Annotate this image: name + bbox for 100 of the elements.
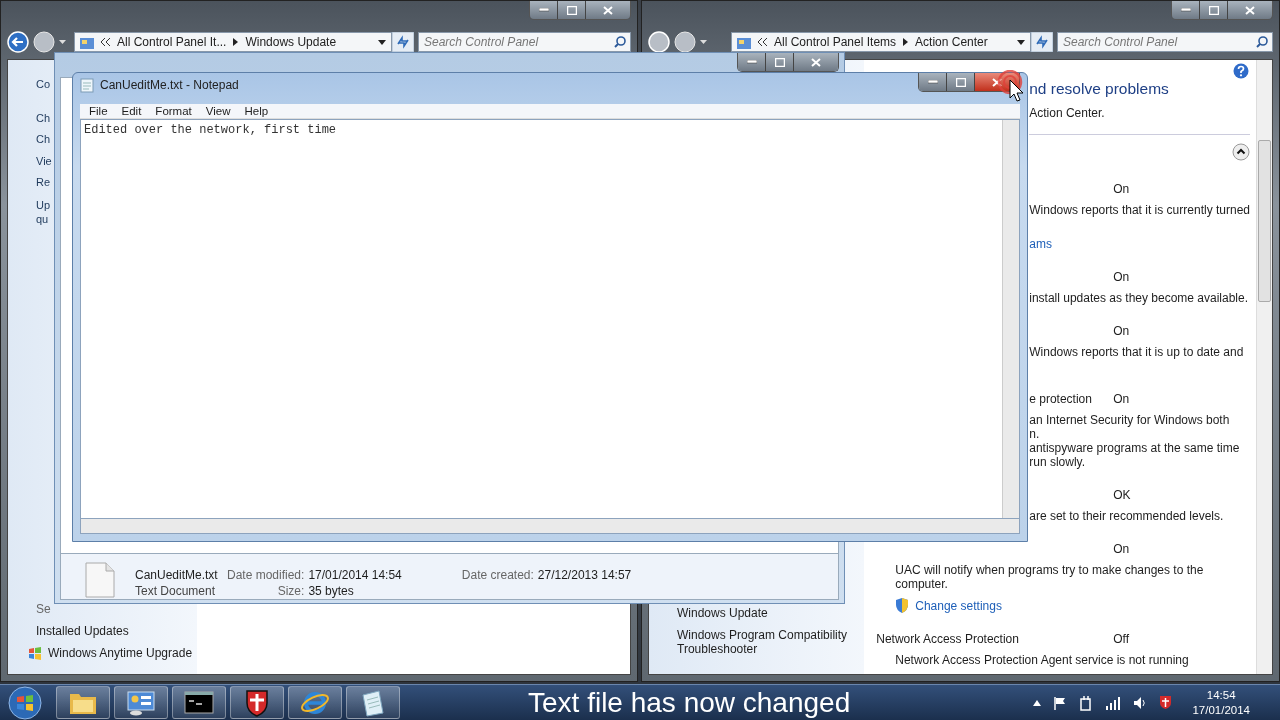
- status-description: an Internet Security for Windows both: [1029, 413, 1230, 427]
- collapse-button[interactable]: [1232, 143, 1250, 161]
- help-icon[interactable]: [1233, 63, 1249, 79]
- maximize-button[interactable]: [558, 1, 586, 19]
- maximize-button[interactable]: [947, 73, 975, 91]
- power-icon[interactable]: [1079, 694, 1094, 711]
- taskbar-button[interactable]: [56, 686, 110, 719]
- text-link[interactable]: ams: [1029, 237, 1052, 251]
- taskbar-button[interactable]: [346, 686, 400, 719]
- see-also-link[interactable]: Windows Program Compatibility Troubleshooter: [677, 628, 852, 656]
- close-icon: [603, 5, 613, 15]
- signal-icon[interactable]: [1105, 695, 1122, 710]
- show-hidden-icons-button[interactable]: [1033, 699, 1042, 706]
- back-button[interactable]: [7, 31, 29, 53]
- status-description: n.: [1029, 427, 1040, 441]
- maximize-icon: [566, 5, 577, 15]
- status-value: On: [1113, 324, 1130, 338]
- see-also-link[interactable]: Installed Updates: [36, 624, 129, 638]
- detail-value: 17/01/2014 14:54: [308, 568, 402, 582]
- minimize-button[interactable]: [738, 53, 766, 71]
- status-description: Network Access Protection Agent service is not running: [895, 653, 1190, 667]
- menu-item[interactable]: File: [84, 105, 113, 117]
- sidebar-link[interactable]: Ch: [36, 129, 56, 151]
- sidebar-link[interactable]: Vie: [36, 150, 56, 172]
- search-icon: [614, 36, 626, 48]
- sidebar-link[interactable]: Co: [36, 74, 56, 96]
- status-value: Off: [1113, 632, 1130, 646]
- breadcrumb-item[interactable]: All Control Panel It...: [117, 35, 227, 49]
- breadcrumb-item[interactable]: Action Center: [915, 35, 988, 49]
- close-icon: [811, 57, 821, 67]
- status-description: run slowly.: [1029, 455, 1086, 469]
- start-button[interactable]: [8, 685, 42, 720]
- shield-icon: [245, 688, 269, 717]
- shield-icon[interactable]: [1159, 695, 1173, 710]
- status-description: Windows reports that it is currently turned: [1029, 203, 1250, 217]
- breadcrumb-item[interactable]: All Control Panel Items: [774, 35, 897, 49]
- status-description: antispyware programs at the same time: [1029, 441, 1240, 455]
- maximize-button[interactable]: [1200, 1, 1228, 19]
- menu-item[interactable]: Help: [239, 105, 274, 117]
- maximize-icon: [1208, 5, 1219, 15]
- scrollbar[interactable]: [80, 518, 1020, 534]
- notepad-icon: [80, 78, 94, 93]
- windows-flag-icon: [28, 646, 42, 660]
- see-also-heading: Se: [36, 602, 52, 616]
- maximize-icon: [774, 57, 785, 67]
- taskbar-button[interactable]: [114, 686, 168, 719]
- folder-icon: [737, 35, 751, 49]
- breadcrumb-item[interactable]: Windows Update: [245, 35, 337, 49]
- minimize-icon: [1180, 8, 1191, 12]
- minimize-button[interactable]: [530, 1, 558, 19]
- search-field[interactable]: Search Control Panel: [418, 32, 631, 52]
- taskbar-button[interactable]: [172, 686, 226, 719]
- breadcrumb-arrow-icon: [233, 38, 239, 46]
- status-value: On: [1113, 542, 1130, 556]
- speaker-icon[interactable]: [1133, 695, 1148, 710]
- maximize-button[interactable]: [766, 53, 794, 71]
- status-description: UAC will notify when programs try to make changes to the computer.: [895, 563, 1205, 591]
- folder-icon: [80, 35, 94, 49]
- double-chevron-icon: [758, 38, 767, 46]
- dropdown-arrow-icon[interactable]: [378, 39, 386, 45]
- clock[interactable]: 14:54 17/01/2014: [1192, 687, 1250, 718]
- caption-text: Text file has now changed: [528, 686, 851, 719]
- detail-label: Date created:: [460, 568, 534, 582]
- detail-label: Date modified:: [227, 568, 305, 582]
- taskbar-button[interactable]: [230, 686, 284, 719]
- refresh-button[interactable]: [1031, 32, 1053, 52]
- status-description: install updates as they become available.: [1029, 291, 1249, 305]
- address-bar[interactable]: All Control Panel Items Action Center: [731, 32, 1031, 52]
- minimize-icon: [927, 80, 938, 84]
- minimize-icon: [746, 60, 757, 64]
- menu-item[interactable]: View: [200, 105, 236, 117]
- control-panel-icon: [126, 689, 156, 716]
- sidebar-link[interactable]: Up qu: [36, 197, 52, 226]
- address-bar[interactable]: All Control Panel It... Windows Update: [74, 32, 392, 52]
- minimize-button[interactable]: [1172, 1, 1200, 19]
- dropdown-arrow-icon[interactable]: [1017, 39, 1025, 45]
- sidebar-link[interactable]: Re: [36, 172, 56, 194]
- see-also-link[interactable]: Windows Update: [677, 606, 852, 620]
- detail-value: 27/12/2013 14:57: [537, 568, 632, 582]
- flag-icon[interactable]: [1053, 695, 1068, 710]
- sidebar-link[interactable]: Ch: [36, 107, 56, 129]
- back-button[interactable]: [648, 31, 670, 53]
- detail-value: 35 bytes: [308, 584, 355, 598]
- close-icon: [1245, 5, 1255, 15]
- text-link[interactable]: Change settings: [915, 598, 1002, 613]
- menu-item[interactable]: Format: [150, 105, 197, 117]
- search-field[interactable]: Search Control Panel: [1057, 32, 1273, 52]
- refresh-button[interactable]: [392, 32, 414, 52]
- clock-time: 14:54: [1206, 687, 1236, 703]
- minimize-button[interactable]: [919, 73, 947, 91]
- menu-item[interactable]: Edit: [116, 105, 147, 117]
- clock-date: 17/01/2014: [1192, 702, 1250, 718]
- status-description: are set to their recommended levels.: [1029, 509, 1224, 523]
- see-also-link[interactable]: Windows Anytime Upgrade: [48, 646, 193, 660]
- search-icon: [1256, 36, 1268, 48]
- intro-text: Action Center.: [1029, 106, 1106, 120]
- page-heading: nd resolve problems: [1029, 80, 1170, 98]
- scrollbar[interactable]: [1002, 120, 1019, 518]
- maximize-icon: [955, 77, 966, 87]
- status-value: On: [1113, 270, 1130, 284]
